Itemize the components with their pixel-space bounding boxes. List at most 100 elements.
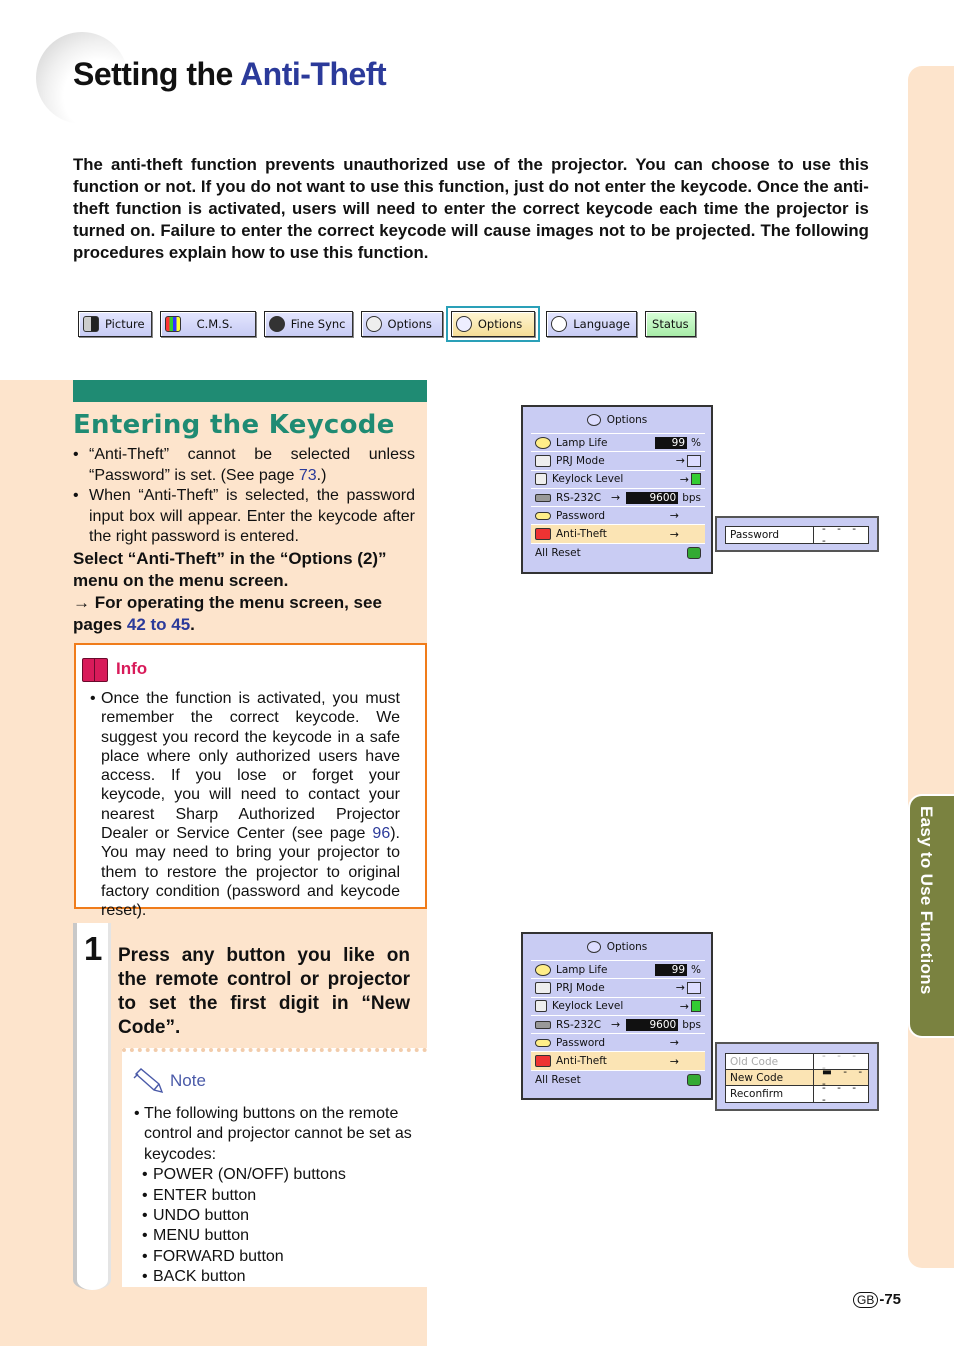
step-number: 1 [84,930,103,967]
prj-mode-icon [535,454,551,467]
instruction: Select “Anti-Theft” in the “Options (2)”… [73,548,423,636]
osd-row-all-reset[interactable]: All Reset [531,544,705,562]
keycode-popup: Old Code - - - - New Code ▬ - - - Reconfir… [715,1042,879,1111]
tab-status[interactable]: Status [645,311,696,337]
osd-options-menu-1: Options Lamp Life 99% PRJ Mode → Keylock L… [521,405,713,574]
password-row[interactable]: Password - - - - [726,523,868,547]
instruction-text: Select “Anti-Theft” in the “Options (2)”… [73,549,387,590]
tab-label: Picture [105,317,145,331]
osd-title: Options [523,407,711,433]
tab-label: C.M.S. [196,317,233,331]
note-intro: The following buttons on the remote cont… [134,1104,424,1165]
key-icon [535,1038,551,1047]
tab-label: Options [477,317,523,331]
reconfirm-row[interactable]: Reconfirm - - - - [726,1082,868,1106]
info-box: Info Once the function is activated, you… [74,643,427,919]
info-header: Info [82,658,148,682]
list-item: MENU button [142,1226,424,1247]
osd-row-keylock-level[interactable]: Keylock Level → [531,471,705,489]
osd-row-lamp-life[interactable]: Lamp Life 99% [531,961,705,980]
note-label: Note [170,1071,206,1090]
options2-icon [455,316,472,332]
tab-label: Status [652,317,689,331]
osd-row-password[interactable]: Password → [531,1034,705,1053]
keycode-table: Old Code - - - - New Code ▬ - - - Reconfir… [725,1050,869,1106]
osd-row-rs232c[interactable]: RS-232C → 9600 bps [531,1016,705,1035]
timer-icon [535,436,551,449]
lock-icon [691,1000,701,1013]
osd-row-keylock-level[interactable]: Keylock Level → [531,998,705,1016]
options-icon [586,414,601,426]
pencil-icon [133,1068,164,1094]
book-icon [82,658,108,682]
lock-icon [691,473,701,486]
page-link-96[interactable]: 96 [372,825,390,842]
password-table: Password - - - - [725,523,869,547]
tab-label: Options [387,317,432,331]
osd-options-menu-2: Options Lamp Life 99% PRJ Mode → Keylock L… [521,932,713,1100]
list-item: UNDO button [142,1206,424,1227]
serial-port-icon [535,493,551,502]
anti-theft-icon [535,528,551,541]
tab-picture[interactable]: Picture [78,311,152,337]
tab-options-2-wrapper: Options [445,306,541,342]
list-item: ENTER button [142,1186,424,1207]
lock-icon [535,473,547,486]
osd-row-password[interactable]: Password → [531,507,705,526]
anti-theft-icon [535,1055,551,1068]
osd-row-prj-mode[interactable]: PRJ Mode → [531,979,705,998]
region-badge: GB [853,1291,879,1308]
tab-options-1[interactable]: Options [360,311,443,337]
list-item: BACK button [142,1267,424,1288]
info-text: Once the function is activated, you must… [90,689,400,921]
excluded-buttons-list: POWER (ON/OFF) buttons ENTER button UNDO… [142,1165,424,1288]
note-box: Note The following buttons on the remote… [122,1048,427,1288]
bullet-item: When “Anti-Theft” is selected, the passw… [73,486,415,548]
section-bullets: “Anti-Theft” cannot be selected unless “… [73,445,415,548]
reset-icon [687,1073,701,1086]
chapter-tab-label: Easy to Use Functions [917,806,936,995]
info-label: Info [116,659,148,678]
tab-cms[interactable]: C.M.S. [159,311,256,337]
osd-row-anti-theft[interactable]: Anti-Theft → [531,525,705,544]
list-item: POWER (ON/OFF) buttons [142,1165,424,1186]
prj-mode-icon [687,454,701,467]
tab-fine-sync[interactable]: Fine Sync [263,311,353,337]
step-text: Press any button you like on the remote … [118,945,410,1038]
tab-language[interactable]: Language [546,311,638,337]
page-number: GB -75 [853,1291,901,1308]
osd-row-rs232c[interactable]: RS-232C → 9600 bps [531,489,705,508]
bullet-item: “Anti-Theft” cannot be selected unless “… [73,445,415,486]
osd-rows: Lamp Life 99% PRJ Mode → Keylock Level → RS… [531,433,705,562]
osd-rows: Lamp Life 99% PRJ Mode → Keylock Level → RS… [531,960,705,1089]
section-header-bar [73,380,427,402]
menu-tabs: Picture C.M.S. Fine Sync Options Options… [78,306,704,342]
password-popup: Password - - - - [715,516,879,552]
tab-options-2[interactable]: Options [450,311,536,337]
page-link-73[interactable]: 73 [299,467,317,484]
step-strip [73,923,111,1290]
serial-port-icon [535,1020,551,1029]
osd-row-anti-theft[interactable]: Anti-Theft → [531,1052,705,1071]
osd-row-lamp-life[interactable]: Lamp Life 99% [531,434,705,453]
options1-icon [365,316,382,332]
cms-icon [164,316,181,332]
prj-mode-icon [535,981,551,994]
lock-icon [535,1000,547,1013]
see-pages: → For operating the menu screen, see pag… [73,593,382,634]
page-link-42-45[interactable]: 42 to 45 [127,615,190,634]
osd-row-prj-mode[interactable]: PRJ Mode → [531,452,705,471]
note-body: The following buttons on the remote cont… [134,1104,424,1288]
key-icon [535,511,551,520]
tab-label: Language [573,317,631,331]
tab-label: Fine Sync [290,317,346,331]
intro-paragraph: The anti-theft function prevents unautho… [73,155,869,262]
options-icon [586,941,601,953]
page-title-prefix: Setting the [73,56,241,92]
reset-icon [687,546,701,559]
picture-icon [83,316,99,332]
osd-row-all-reset[interactable]: All Reset [531,1071,705,1089]
list-item: FORWARD button [142,1247,424,1268]
section-title: Entering the Keycode [73,410,395,440]
language-icon [551,316,568,332]
